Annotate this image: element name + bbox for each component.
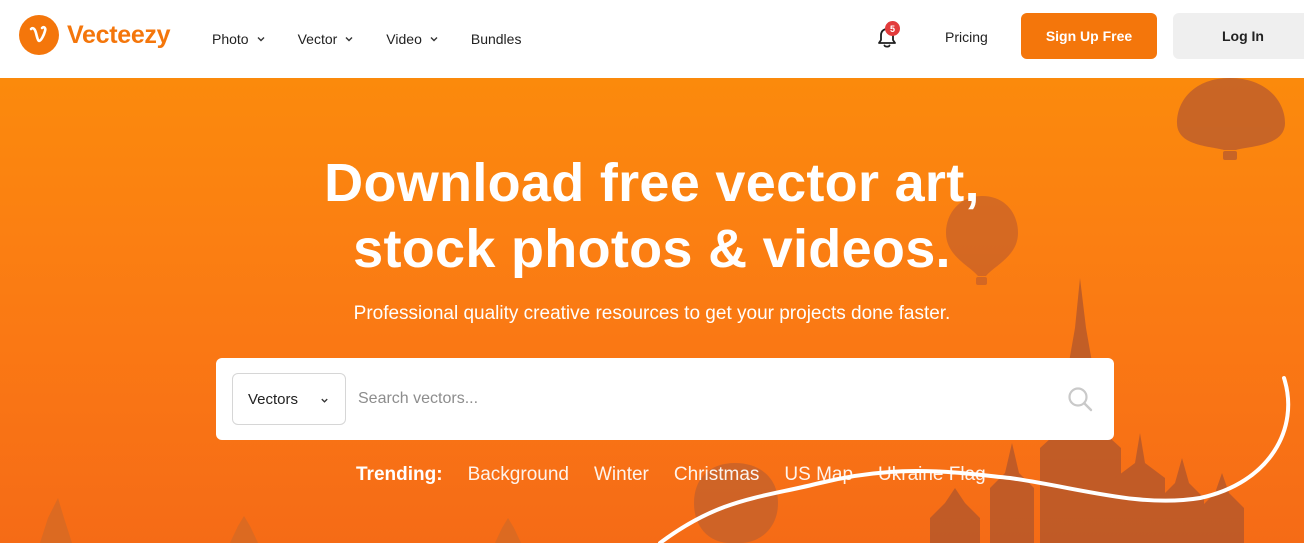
- trending-searches: Trending: Background Winter Christmas US…: [356, 464, 1011, 486]
- notifications-button[interactable]: 5: [874, 21, 900, 52]
- brand-name: Vecteezy: [67, 20, 171, 49]
- nav-item-vector[interactable]: Vector: [298, 31, 355, 47]
- trending-label: Trending:: [356, 464, 443, 485]
- search-input[interactable]: [358, 373, 1048, 425]
- trending-link-background[interactable]: Background: [468, 464, 569, 486]
- logo-mark-icon: [19, 15, 59, 55]
- trending-link-winter[interactable]: Winter: [594, 464, 649, 486]
- chevron-down-icon: [345, 37, 353, 42]
- nav-item-label: Vector: [297, 31, 338, 47]
- nav-item-label: Photo: [212, 31, 249, 47]
- nav-item-video[interactable]: Video: [386, 31, 439, 47]
- chevron-down-icon: [430, 37, 438, 42]
- chevron-down-icon: [257, 37, 265, 42]
- main-nav: Photo Vector Video Bundles: [212, 0, 553, 78]
- vecteezy-logo[interactable]: Vecteezy: [19, 15, 171, 55]
- hero-headline-line-2: stock photos & videos.: [353, 219, 951, 279]
- notification-count-badge: 5: [885, 21, 900, 36]
- sign-up-button[interactable]: Sign Up Free: [1021, 13, 1157, 59]
- hero-section: Download free vector art, stock photos &…: [0, 78, 1304, 543]
- search-icon[interactable]: [1067, 386, 1093, 412]
- top-navigation-bar: Vecteezy Photo Vector Video Bundles 5 Pr…: [0, 0, 1304, 78]
- nav-item-bundles[interactable]: Bundles: [471, 31, 522, 47]
- nav-item-label: Bundles: [470, 31, 522, 47]
- pricing-link[interactable]: Pricing: [945, 29, 988, 45]
- search-category-value: Vectors: [248, 390, 299, 408]
- hero-headline-line-1: Download free vector art,: [324, 153, 980, 213]
- log-in-button[interactable]: Log In: [1173, 13, 1304, 59]
- nav-item-photo[interactable]: Photo: [212, 31, 266, 47]
- trending-link-ukraine-flag[interactable]: Ukraine Flag: [878, 464, 986, 486]
- search-bar: Vectors: [216, 358, 1114, 440]
- nav-item-label: Video: [386, 31, 422, 47]
- trending-link-us-map[interactable]: US Map: [784, 464, 853, 486]
- search-category-select[interactable]: Vectors: [232, 373, 346, 425]
- chevron-down-icon: [321, 398, 328, 403]
- hero-subheading: Professional quality creative resources …: [353, 303, 951, 324]
- trending-link-christmas[interactable]: Christmas: [674, 464, 760, 486]
